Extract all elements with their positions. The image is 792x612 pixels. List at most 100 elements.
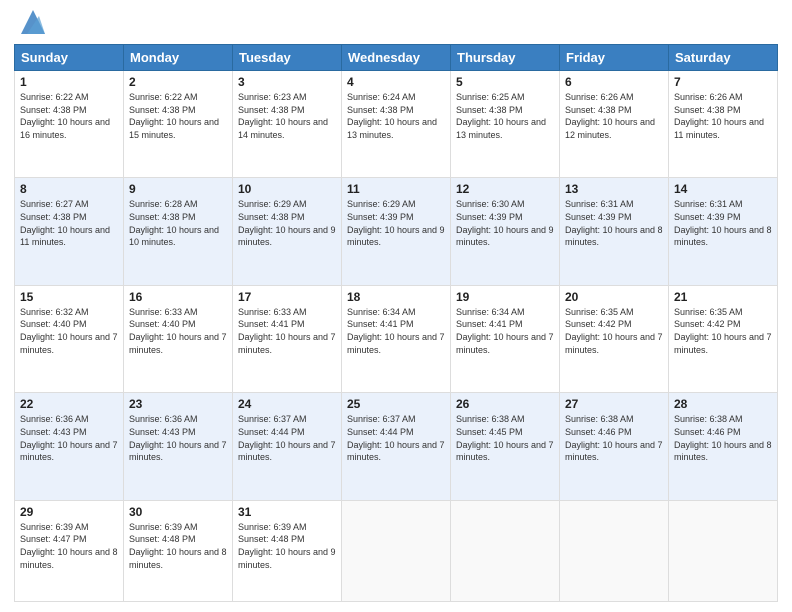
calendar-table: SundayMondayTuesdayWednesdayThursdayFrid… — [14, 44, 778, 602]
day-info: Sunrise: 6:22 AMSunset: 4:38 PMDaylight:… — [129, 92, 219, 140]
day-number: 28 — [674, 397, 772, 411]
day-info: Sunrise: 6:38 AMSunset: 4:46 PMDaylight:… — [674, 414, 772, 462]
calendar-cell: 23 Sunrise: 6:36 AMSunset: 4:43 PMDayligh… — [124, 393, 233, 500]
calendar-cell — [451, 500, 560, 601]
calendar-cell: 30Sunrise: 6:39 AMSunset: 4:48 PMDayligh… — [124, 500, 233, 601]
day-number: 21 — [674, 290, 772, 304]
calendar-header-wednesday: Wednesday — [342, 45, 451, 71]
calendar-week-row: 29 Sunrise: 6:39 AMSunset: 4:47 PMDayligh… — [15, 500, 778, 601]
day-number: 19 — [456, 290, 554, 304]
day-info: Sunrise: 6:39 AMSunset: 4:48 PMDaylight:… — [238, 522, 336, 570]
day-info: Sunrise: 6:26 AMSunset: 4:38 PMDaylight:… — [565, 92, 655, 140]
day-info: Sunrise: 6:33 AMSunset: 4:41 PMDaylight:… — [238, 307, 336, 355]
calendar-cell: 28 Sunrise: 6:38 AMSunset: 4:46 PMDayligh… — [669, 393, 778, 500]
calendar-cell: 1 Sunrise: 6:22 AMSunset: 4:38 PMDaylight… — [15, 71, 124, 178]
calendar-header-monday: Monday — [124, 45, 233, 71]
day-number: 1 — [20, 75, 118, 89]
calendar-cell: 8 Sunrise: 6:27 AMSunset: 4:38 PMDaylight… — [15, 178, 124, 285]
day-number: 9 — [129, 182, 227, 196]
day-number: 3 — [238, 75, 336, 89]
day-number: 20 — [565, 290, 663, 304]
day-info: Sunrise: 6:34 AMSunset: 4:41 PMDaylight:… — [347, 307, 445, 355]
day-info: Sunrise: 6:35 AMSunset: 4:42 PMDaylight:… — [565, 307, 663, 355]
page: SundayMondayTuesdayWednesdayThursdayFrid… — [0, 0, 792, 612]
day-info: Sunrise: 6:37 AMSunset: 4:44 PMDaylight:… — [238, 414, 336, 462]
day-number: 6 — [565, 75, 663, 89]
day-info: Sunrise: 6:22 AMSunset: 4:38 PMDaylight:… — [20, 92, 110, 140]
calendar-week-row: 1 Sunrise: 6:22 AMSunset: 4:38 PMDaylight… — [15, 71, 778, 178]
day-info: Sunrise: 6:26 AMSunset: 4:38 PMDaylight:… — [674, 92, 764, 140]
day-number: 12 — [456, 182, 554, 196]
calendar-header-thursday: Thursday — [451, 45, 560, 71]
day-info: Sunrise: 6:23 AMSunset: 4:38 PMDaylight:… — [238, 92, 328, 140]
day-info: Sunrise: 6:31 AMSunset: 4:39 PMDaylight:… — [674, 199, 772, 247]
calendar-cell: 21 Sunrise: 6:35 AMSunset: 4:42 PMDayligh… — [669, 285, 778, 392]
calendar-cell: 14 Sunrise: 6:31 AMSunset: 4:39 PMDayligh… — [669, 178, 778, 285]
calendar-cell: 26 Sunrise: 6:38 AMSunset: 4:45 PMDayligh… — [451, 393, 560, 500]
calendar-header-sunday: Sunday — [15, 45, 124, 71]
day-number: 24 — [238, 397, 336, 411]
day-number: 17 — [238, 290, 336, 304]
day-number: 14 — [674, 182, 772, 196]
day-info: Sunrise: 6:35 AMSunset: 4:42 PMDaylight:… — [674, 307, 772, 355]
day-number: 23 — [129, 397, 227, 411]
day-info: Sunrise: 6:25 AMSunset: 4:38 PMDaylight:… — [456, 92, 546, 140]
day-info: Sunrise: 6:38 AMSunset: 4:46 PMDaylight:… — [565, 414, 663, 462]
calendar-cell: 9 Sunrise: 6:28 AMSunset: 4:38 PMDaylight… — [124, 178, 233, 285]
day-info: Sunrise: 6:29 AMSunset: 4:38 PMDaylight:… — [238, 199, 336, 247]
day-number: 25 — [347, 397, 445, 411]
calendar-cell — [342, 500, 451, 601]
day-number: 29 — [20, 505, 118, 519]
day-info: Sunrise: 6:34 AMSunset: 4:41 PMDaylight:… — [456, 307, 554, 355]
day-info: Sunrise: 6:33 AMSunset: 4:40 PMDaylight:… — [129, 307, 227, 355]
calendar-cell — [560, 500, 669, 601]
day-number: 31 — [238, 505, 336, 519]
day-info: Sunrise: 6:28 AMSunset: 4:38 PMDaylight:… — [129, 199, 219, 247]
calendar-cell: 25Sunrise: 6:37 AMSunset: 4:44 PMDayligh… — [342, 393, 451, 500]
day-number: 2 — [129, 75, 227, 89]
day-info: Sunrise: 6:27 AMSunset: 4:38 PMDaylight:… — [20, 199, 110, 247]
calendar-cell: 7Sunrise: 6:26 AMSunset: 4:38 PMDaylight… — [669, 71, 778, 178]
day-info: Sunrise: 6:31 AMSunset: 4:39 PMDaylight:… — [565, 199, 663, 247]
calendar-cell: 27 Sunrise: 6:38 AMSunset: 4:46 PMDayligh… — [560, 393, 669, 500]
day-number: 10 — [238, 182, 336, 196]
day-info: Sunrise: 6:36 AMSunset: 4:43 PMDaylight:… — [129, 414, 227, 462]
day-number: 16 — [129, 290, 227, 304]
day-info: Sunrise: 6:32 AMSunset: 4:40 PMDaylight:… — [20, 307, 118, 355]
day-number: 27 — [565, 397, 663, 411]
header — [14, 10, 778, 38]
calendar-cell: 2 Sunrise: 6:22 AMSunset: 4:38 PMDaylight… — [124, 71, 233, 178]
day-number: 11 — [347, 182, 445, 196]
calendar-header-row: SundayMondayTuesdayWednesdayThursdayFrid… — [15, 45, 778, 71]
day-number: 5 — [456, 75, 554, 89]
calendar-cell: 16 Sunrise: 6:33 AMSunset: 4:40 PMDayligh… — [124, 285, 233, 392]
calendar-week-row: 8 Sunrise: 6:27 AMSunset: 4:38 PMDaylight… — [15, 178, 778, 285]
day-number: 15 — [20, 290, 118, 304]
day-info: Sunrise: 6:39 AMSunset: 4:47 PMDaylight:… — [20, 522, 118, 570]
calendar-cell: 4 Sunrise: 6:24 AMSunset: 4:38 PMDaylight… — [342, 71, 451, 178]
day-info: Sunrise: 6:24 AMSunset: 4:38 PMDaylight:… — [347, 92, 437, 140]
logo — [14, 10, 49, 38]
calendar-header-saturday: Saturday — [669, 45, 778, 71]
calendar-cell: 6 Sunrise: 6:26 AMSunset: 4:38 PMDaylight… — [560, 71, 669, 178]
calendar-cell: 20 Sunrise: 6:35 AMSunset: 4:42 PMDayligh… — [560, 285, 669, 392]
day-info: Sunrise: 6:29 AMSunset: 4:39 PMDaylight:… — [347, 199, 445, 247]
calendar-cell: 17 Sunrise: 6:33 AMSunset: 4:41 PMDayligh… — [233, 285, 342, 392]
day-info: Sunrise: 6:30 AMSunset: 4:39 PMDaylight:… — [456, 199, 554, 247]
calendar-cell: 3 Sunrise: 6:23 AMSunset: 4:38 PMDaylight… — [233, 71, 342, 178]
logo-icon — [17, 6, 49, 38]
day-info: Sunrise: 6:38 AMSunset: 4:45 PMDaylight:… — [456, 414, 554, 462]
calendar-cell: 24 Sunrise: 6:37 AMSunset: 4:44 PMDayligh… — [233, 393, 342, 500]
day-number: 4 — [347, 75, 445, 89]
calendar-cell: 19 Sunrise: 6:34 AMSunset: 4:41 PMDayligh… — [451, 285, 560, 392]
calendar-cell — [669, 500, 778, 601]
calendar-week-row: 15 Sunrise: 6:32 AMSunset: 4:40 PMDayligh… — [15, 285, 778, 392]
day-number: 22 — [20, 397, 118, 411]
calendar-cell: 12 Sunrise: 6:30 AMSunset: 4:39 PMDayligh… — [451, 178, 560, 285]
calendar-cell: 29 Sunrise: 6:39 AMSunset: 4:47 PMDayligh… — [15, 500, 124, 601]
calendar-cell: 22Sunrise: 6:36 AMSunset: 4:43 PMDayligh… — [15, 393, 124, 500]
day-number: 26 — [456, 397, 554, 411]
calendar-header-friday: Friday — [560, 45, 669, 71]
day-info: Sunrise: 6:39 AMSunset: 4:48 PMDaylight:… — [129, 522, 227, 570]
day-number: 8 — [20, 182, 118, 196]
